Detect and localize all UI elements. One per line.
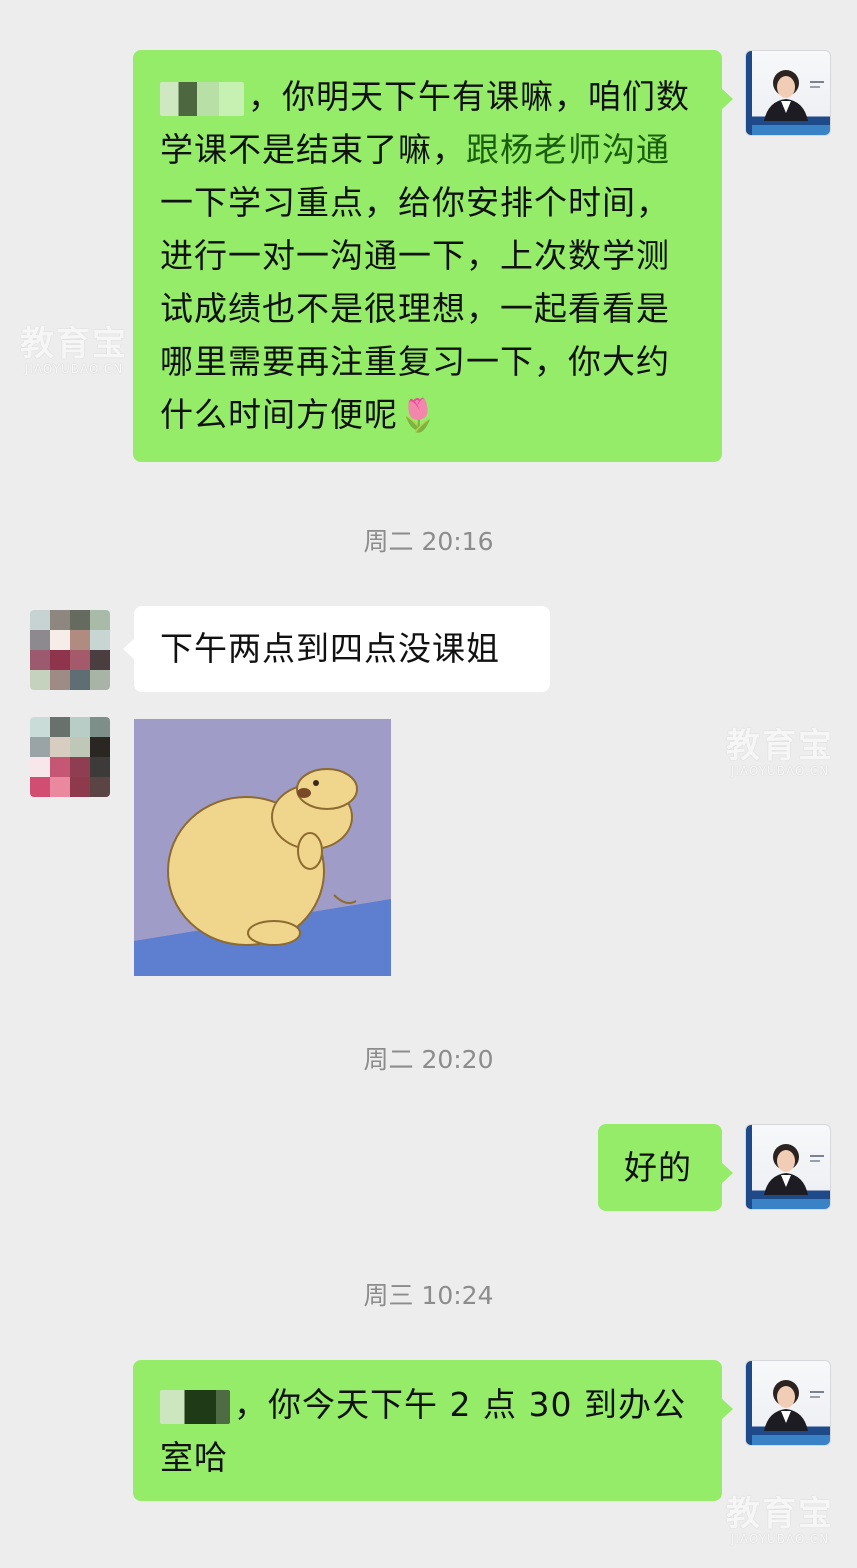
teacher-avatar[interactable] bbox=[745, 1360, 831, 1446]
timestamp: 周二 20:16 bbox=[363, 527, 494, 556]
blurred-contact-name bbox=[160, 81, 244, 116]
message-highlight-text[interactable]: 跟杨老师沟通 bbox=[466, 130, 670, 169]
sticker-image[interactable] bbox=[134, 719, 391, 976]
contact-avatar[interactable] bbox=[30, 610, 110, 690]
timestamp: 周三 10:24 bbox=[363, 1281, 494, 1310]
message-text: 好的 bbox=[624, 1148, 692, 1187]
watermark-logo: 教育宝 JIAOYUBAO.CN bbox=[726, 726, 834, 778]
message-bubble-self[interactable]: ，你明天下午有课嘛，咱们数 学课不是结束了嘛，跟杨老师沟通 一下学习重点，给你安… bbox=[133, 50, 733, 462]
message-text: 进行一对一沟通一下，上次数学测 bbox=[160, 236, 670, 275]
message-bubble-self[interactable]: 好的 bbox=[598, 1124, 733, 1211]
timestamp: 周二 20:20 bbox=[363, 1045, 494, 1074]
message-text: 下午两点到四点没课姐 bbox=[160, 629, 500, 668]
teacher-avatar[interactable] bbox=[745, 1124, 831, 1210]
chat-window: ，你明天下午有课嘛，咱们数 学课不是结束了嘛，跟杨老师沟通 一下学习重点，给你安… bbox=[0, 0, 857, 1568]
message-bubble-self[interactable]: ，你今天下午 2 点 30 到办公 室哈 bbox=[133, 1360, 733, 1501]
message-text: 一下学习重点，给你安排个时间， bbox=[160, 183, 670, 222]
watermark-logo: 教育宝 JIAOYUBAO.CN bbox=[20, 324, 128, 376]
watermark-logo: 教育宝 JIAOYUBAO.CN bbox=[726, 1494, 834, 1546]
message-text: 试成绩也不是很理想，一起看看是 bbox=[160, 289, 670, 328]
message-text: 室哈 bbox=[160, 1438, 228, 1477]
contact-avatar[interactable] bbox=[30, 717, 110, 797]
tulip-emoji-icon: 🌷 bbox=[398, 396, 439, 434]
teacher-avatar[interactable] bbox=[745, 50, 831, 136]
blurred-contact-name bbox=[160, 1389, 230, 1424]
message-text: ，你明天下午有课嘛，咱们数 bbox=[248, 77, 690, 116]
message-text: ，你今天下午 2 点 30 到办公 bbox=[234, 1385, 686, 1424]
message-bubble-contact[interactable]: 下午两点到四点没课姐 bbox=[123, 606, 550, 692]
message-text: 哪里需要再注重复习一下，你大约 bbox=[160, 342, 670, 381]
message-text: 学课不是结束了嘛， bbox=[160, 130, 466, 169]
message-text: 什么时间方便呢 bbox=[160, 395, 398, 434]
